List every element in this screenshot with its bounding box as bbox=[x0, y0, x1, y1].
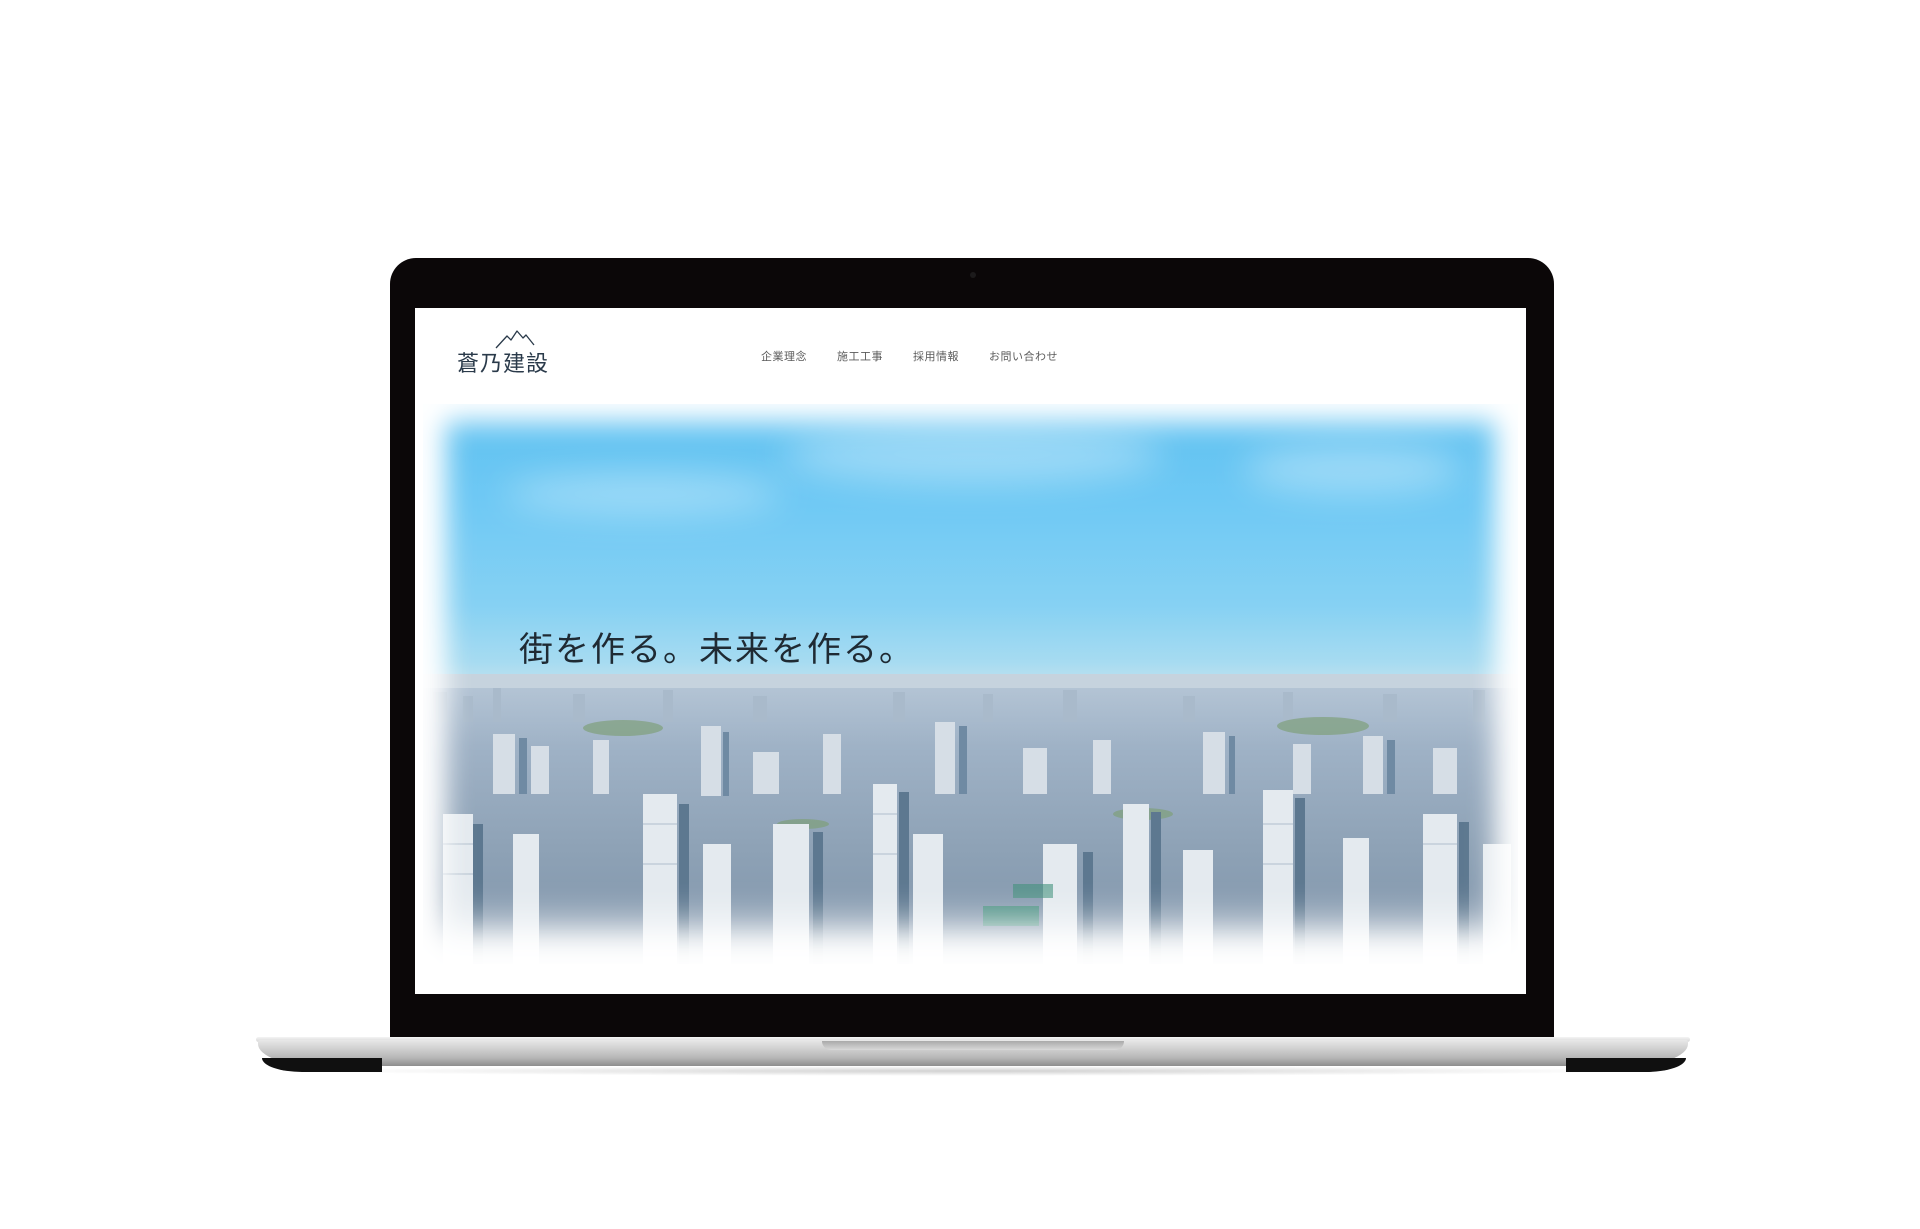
city-skyline-image bbox=[423, 674, 1518, 964]
cloud bbox=[503, 474, 783, 514]
laptop-notch bbox=[822, 1041, 1124, 1050]
cloud bbox=[1243, 444, 1463, 494]
mockup-stage: 蒼乃建設 企業理念 施工工事 採用情報 お問い合わせ 街を作る。未来を作る。 bbox=[0, 0, 1920, 1229]
hero-section: 街を作る。未来を作る。 bbox=[423, 404, 1518, 964]
main-nav: 企業理念 施工工事 採用情報 お問い合わせ bbox=[761, 348, 1058, 368]
nav-item-contact[interactable]: お問い合わせ bbox=[989, 348, 1058, 368]
nav-item-philosophy[interactable]: 企業理念 bbox=[761, 348, 807, 368]
site-logo[interactable]: 蒼乃建設 bbox=[457, 326, 557, 386]
logo-text: 蒼乃建設 bbox=[457, 352, 550, 377]
site-header: 蒼乃建設 企業理念 施工工事 採用情報 お問い合わせ bbox=[415, 308, 1526, 400]
nav-item-recruit[interactable]: 採用情報 bbox=[913, 348, 959, 368]
camera-icon bbox=[970, 272, 976, 278]
laptop-shadow bbox=[300, 1066, 1646, 1076]
nav-item-construction[interactable]: 施工工事 bbox=[837, 348, 883, 368]
laptop-screen: 蒼乃建設 企業理念 施工工事 採用情報 お問い合わせ 街を作る。未来を作る。 bbox=[415, 308, 1526, 994]
cloud bbox=[783, 424, 1163, 484]
hero-tagline: 街を作る。未来を作る。 bbox=[519, 630, 915, 670]
laptop-lid: 蒼乃建設 企業理念 施工工事 採用情報 お問い合わせ 街を作る。未来を作る。 bbox=[390, 258, 1554, 1042]
